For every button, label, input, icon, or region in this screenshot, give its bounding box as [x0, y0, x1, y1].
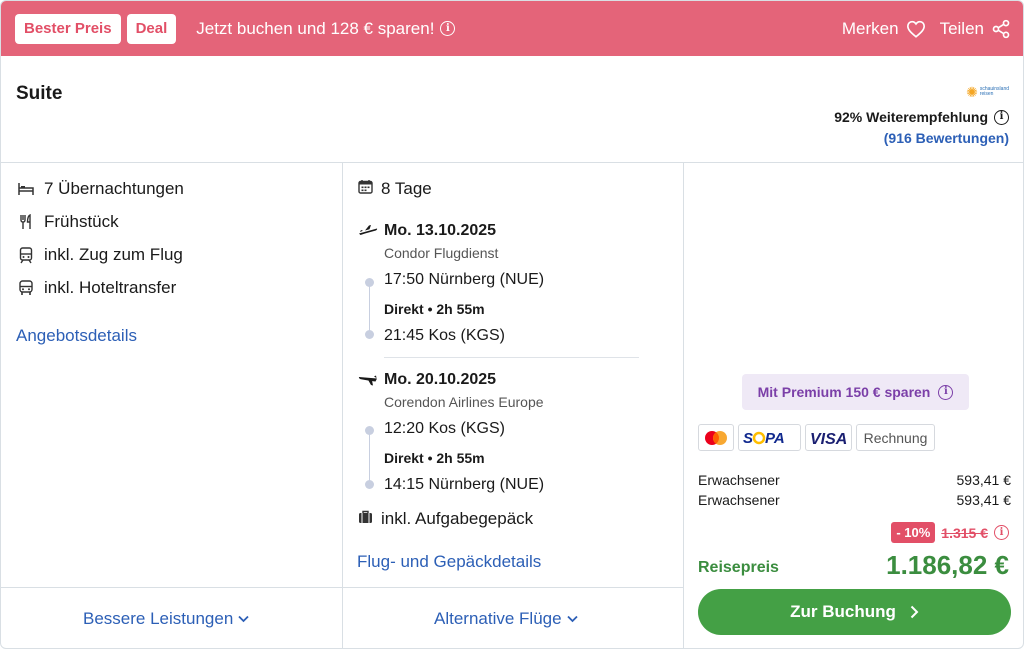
return-date-text: Mo. 20.10.2025 — [384, 371, 497, 388]
bus-icon — [17, 280, 35, 296]
divider — [342, 162, 343, 648]
feature-transfer: inkl. Hoteltransfer — [17, 278, 176, 298]
discount-badge: - 10% — [891, 522, 936, 543]
total-price-label: Reisepreis — [698, 559, 779, 576]
heart-icon — [906, 20, 925, 38]
book-button[interactable]: Zur Buchung — [698, 589, 1011, 635]
banner-actions: Merken Teilen — [828, 19, 1011, 39]
logo-wordmark: schauinsland reisen — [979, 86, 1009, 97]
tab-label: Bessere Leistungen — [83, 609, 234, 628]
reviews-link[interactable]: (916 Bewertungen) — [884, 130, 1009, 146]
divider — [384, 357, 639, 358]
divider — [683, 162, 684, 648]
recommendation: 92% Weiterempfehlung i — [834, 109, 1009, 125]
room-title: Suite — [16, 83, 63, 104]
offer-card: Bester Preis Deal Jetzt buchen und 128 €… — [0, 0, 1024, 649]
better-services-tab[interactable]: Bessere Leistungen — [83, 609, 249, 629]
info-icon[interactable]: i — [440, 21, 456, 36]
luggage-label: inkl. Aufgabegepäck — [381, 509, 534, 528]
price-row: Erwachsener 593,41 € — [698, 492, 1011, 508]
outbound-departure: 17:50 Nürnberg (NUE) — [384, 271, 545, 288]
return-plane-icon — [358, 375, 377, 386]
info-icon[interactable]: i — [994, 525, 1009, 540]
timeline-dot — [365, 426, 374, 435]
return-airline: Corendon Airlines Europe — [384, 394, 544, 410]
invoice-payment: Rechnung — [856, 424, 935, 451]
feature-label: Frühstück — [44, 212, 119, 231]
chevron-down-icon — [566, 615, 578, 623]
luggage-icon — [358, 509, 373, 529]
old-price: 1.315 € — [941, 524, 988, 541]
price-row-label: Erwachsener — [698, 472, 780, 488]
visa-icon: VISA — [805, 424, 852, 451]
share-label: Teilen — [939, 18, 984, 38]
save-label: Merken — [841, 18, 899, 38]
alternative-flights-tab[interactable]: Alternative Flüge — [434, 609, 578, 629]
feature-board: Frühstück — [17, 212, 119, 232]
svg-text:VISA: VISA — [810, 431, 847, 446]
tab-label: Alternative Flüge — [434, 609, 562, 628]
svg-text:PA: PA — [765, 430, 785, 446]
departure-plane-icon — [359, 225, 378, 235]
duration-label: 8 Tage — [381, 179, 432, 198]
divider — [1, 162, 1023, 163]
total-price-value: 1.186,82 € — [886, 550, 1009, 580]
timeline-line — [369, 285, 370, 335]
price-row-value: 593,41 € — [956, 492, 1012, 508]
outbound-airline: Condor Flugdienst — [384, 245, 499, 261]
feature-nights: 7 Übernachtungen — [17, 179, 184, 199]
flight-details-link[interactable]: Flug- und Gepäckdetails — [357, 552, 541, 572]
return-date: Mo. 20.10.2025 — [358, 371, 496, 389]
svg-text:S: S — [743, 430, 753, 446]
info-icon[interactable]: i — [994, 109, 1009, 125]
tour-operator-logo: ✺ schauinsland reisen — [966, 85, 1009, 99]
timeline-line — [369, 433, 370, 483]
price-row: Erwachsener 593,41 € — [698, 472, 1011, 488]
recommendation-text: 92% Weiterempfehlung — [834, 109, 988, 125]
discount-info: - 10% 1.315 € i — [891, 522, 1009, 543]
feature-label: inkl. Zug zum Flug — [44, 245, 183, 264]
return-flight-info: Direkt • 2h 55m — [384, 450, 485, 466]
timeline-dot — [365, 480, 374, 489]
sun-icon: ✺ — [966, 84, 978, 100]
timeline-dot — [365, 330, 374, 339]
feature-label: inkl. Hoteltransfer — [44, 278, 177, 297]
cutlery-icon — [17, 214, 35, 230]
sepa-icon: S PA — [738, 424, 801, 451]
outbound-date: Mo. 13.10.2025 — [358, 222, 496, 240]
chevron-down-icon — [238, 615, 249, 623]
mastercard-icon — [698, 424, 734, 451]
share-icon — [992, 19, 1010, 38]
promo-text-wrap: Jetzt buchen und 128 € sparen! i — [196, 18, 456, 39]
luggage-info: inkl. Aufgabegepäck — [358, 509, 533, 529]
price-row-label: Erwachsener — [698, 492, 780, 508]
train-icon — [17, 246, 35, 264]
save-button[interactable]: Merken — [842, 19, 926, 39]
share-button[interactable]: Teilen — [940, 19, 1011, 39]
book-button-label: Zur Buchung — [790, 602, 896, 621]
best-price-badge: Bester Preis — [15, 13, 121, 44]
divider — [1, 587, 683, 588]
deal-badge: Deal — [126, 13, 177, 44]
return-departure: 12:20 Kos (KGS) — [384, 420, 505, 437]
outbound-date-text: Mo. 13.10.2025 — [384, 222, 497, 239]
return-arrival: 14:15 Nürnberg (NUE) — [384, 476, 545, 493]
promo-text: Jetzt buchen und 128 € sparen! — [196, 18, 435, 38]
info-icon[interactable]: i — [938, 384, 954, 400]
price-row-value: 593,41 € — [956, 472, 1012, 488]
calendar-icon — [358, 179, 373, 199]
chevron-right-icon — [910, 605, 919, 619]
trip-duration: 8 Tage — [358, 179, 432, 199]
premium-text: Mit Premium 150 € sparen — [757, 384, 931, 400]
offer-details-link[interactable]: Angebotsdetails — [16, 326, 137, 346]
premium-savings[interactable]: Mit Premium 150 € sparen i — [742, 374, 969, 410]
bed-icon — [17, 182, 35, 196]
feature-label: 7 Übernachtungen — [44, 179, 184, 198]
promo-banner: Bester Preis Deal Jetzt buchen und 128 €… — [1, 1, 1023, 56]
timeline-dot — [365, 278, 374, 287]
outbound-arrival: 21:45 Kos (KGS) — [384, 327, 505, 344]
outbound-flight-info: Direkt • 2h 55m — [384, 301, 485, 317]
feature-train: inkl. Zug zum Flug — [17, 245, 183, 265]
